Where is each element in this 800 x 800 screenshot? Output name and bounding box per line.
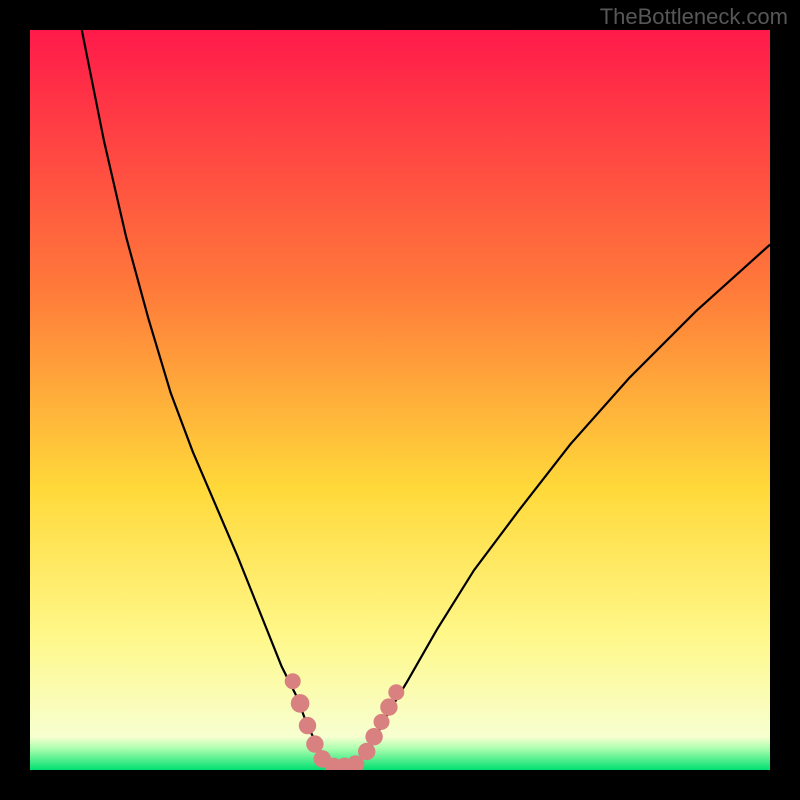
curve-marker — [299, 717, 316, 734]
chart-frame: TheBottleneck.com — [0, 0, 800, 800]
plot-area — [30, 30, 770, 770]
curve-marker — [374, 714, 390, 730]
watermark-text: TheBottleneck.com — [600, 4, 788, 30]
curve-marker — [358, 743, 375, 760]
curve-marker — [291, 694, 310, 713]
curve-marker — [380, 698, 397, 715]
gradient-background — [30, 30, 770, 770]
curve-marker — [365, 728, 382, 745]
curve-marker — [388, 684, 404, 700]
curve-marker — [285, 673, 301, 689]
chart-svg — [30, 30, 770, 770]
curve-marker — [306, 735, 323, 752]
